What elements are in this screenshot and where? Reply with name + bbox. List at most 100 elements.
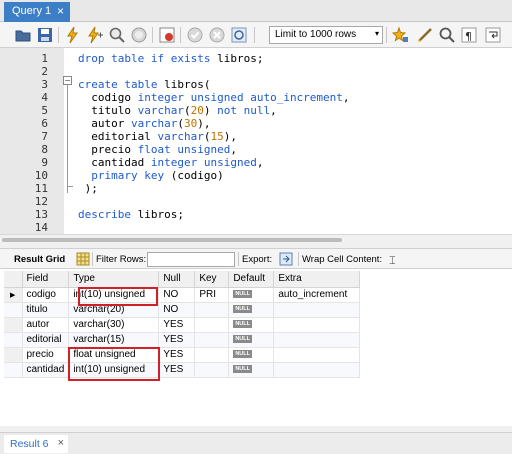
column-header-type[interactable]: Type	[68, 271, 160, 288]
autocommit-icon[interactable]	[230, 26, 248, 44]
editor-horizontal-scrollbar[interactable]	[0, 234, 512, 244]
null-badge: NULL	[233, 320, 252, 329]
editor-line[interactable]: 4 codigo integer unsigned auto_increment…	[0, 91, 512, 104]
cell-null[interactable]: YES	[158, 317, 196, 333]
brush-icon[interactable]	[416, 26, 434, 44]
sql-editor[interactable]: − 1 drop table if exists libros; 2 3 create …	[0, 48, 512, 234]
cell-extra[interactable]	[273, 302, 361, 318]
find-icon[interactable]	[438, 26, 456, 44]
editor-line[interactable]: 8 precio float unsigned,	[0, 143, 512, 156]
toggle-errors-icon[interactable]	[158, 26, 176, 44]
cell-null[interactable]: YES	[158, 347, 196, 363]
table-row[interactable]: precio float unsigned YES NULL	[4, 347, 361, 363]
query-tab[interactable]: Query 1 ×	[4, 2, 70, 22]
cell-null[interactable]: YES	[158, 332, 196, 348]
cell-default[interactable]: NULL	[228, 362, 275, 378]
result-tab-strip: Result 6 ×	[0, 432, 512, 454]
stop-icon[interactable]	[130, 26, 148, 44]
close-icon[interactable]: ×	[58, 437, 64, 449]
wrap-lines-icon[interactable]	[484, 26, 502, 44]
table-row[interactable]: autor varchar(30) YES NULL	[4, 317, 361, 333]
cell-key[interactable]	[194, 347, 230, 363]
wrap-cell-icon[interactable]: ⌶	[388, 252, 402, 267]
result-grid-label[interactable]: Result Grid	[14, 254, 65, 265]
editor-line[interactable]: 3 create table libros(	[0, 78, 512, 91]
commit-icon[interactable]	[186, 26, 204, 44]
cell-key[interactable]	[194, 362, 230, 378]
column-header-null[interactable]: Null	[158, 271, 196, 288]
cell-field[interactable]: editorial	[22, 332, 70, 348]
invisible-chars-icon[interactable]: ¶	[460, 26, 478, 44]
column-header-extra[interactable]: Extra	[273, 271, 361, 288]
cell-field[interactable]: titulo	[22, 302, 70, 318]
editor-line[interactable]: 13 describe libros;	[0, 208, 512, 221]
cell-default[interactable]: NULL	[228, 317, 275, 333]
export-icon[interactable]	[279, 252, 293, 266]
cell-extra[interactable]	[273, 332, 361, 348]
cell-extra[interactable]	[273, 362, 361, 378]
beautify-star-icon[interactable]	[392, 26, 410, 44]
cell-default[interactable]: NULL	[228, 302, 275, 318]
editor-line[interactable]: 14	[0, 221, 512, 234]
table-row[interactable]: ▶ codigo int(10) unsigned NO PRI NULL auto_inc…	[4, 287, 361, 303]
explain-magnifier-icon[interactable]	[108, 26, 126, 44]
filter-rows-input[interactable]	[147, 252, 235, 267]
limit-rows-select[interactable]: Limit to 1000 rows ▾	[269, 26, 383, 44]
editor-line[interactable]: 6 autor varchar(30),	[0, 117, 512, 130]
cell-type[interactable]: varchar(30)	[68, 317, 160, 333]
cell-field[interactable]: codigo	[22, 287, 70, 303]
cell-default[interactable]: NULL	[228, 332, 275, 348]
cell-null[interactable]: NO	[158, 287, 196, 303]
execute-lightning-icon[interactable]	[64, 26, 82, 44]
editor-line[interactable]: 9 cantidad integer unsigned,	[0, 156, 512, 169]
cell-extra[interactable]	[273, 347, 361, 363]
cell-null[interactable]: YES	[158, 362, 196, 378]
cell-default[interactable]: NULL	[228, 287, 275, 303]
svg-text:¶: ¶	[465, 30, 472, 43]
editor-line[interactable]: 7 editorial varchar(15),	[0, 130, 512, 143]
row-header[interactable]	[4, 347, 23, 363]
cell-null[interactable]: NO	[158, 302, 196, 318]
line-number: 13	[34, 208, 48, 221]
query-tab-label: Query 1	[12, 5, 52, 17]
cell-key[interactable]	[194, 317, 230, 333]
cell-field[interactable]: precio	[22, 347, 70, 363]
cell-field[interactable]: autor	[22, 317, 70, 333]
editor-line[interactable]: 1 drop table if exists libros;	[0, 52, 512, 65]
table-row[interactable]: editorial varchar(15) YES NULL	[4, 332, 361, 348]
code-text: describe libros;	[78, 208, 184, 221]
cell-key[interactable]	[194, 332, 230, 348]
row-header[interactable]	[4, 362, 23, 378]
line-number: 2	[41, 65, 48, 78]
editor-line[interactable]: 12	[0, 195, 512, 208]
close-icon[interactable]: ×	[57, 4, 64, 18]
cell-extra[interactable]: auto_increment	[273, 287, 361, 303]
column-header-key[interactable]: Key	[194, 271, 230, 288]
result-tab[interactable]: Result 6 ×	[4, 435, 68, 453]
editor-line[interactable]: 11 );	[0, 182, 512, 195]
cell-type[interactable]: varchar(15)	[68, 332, 160, 348]
row-header[interactable]	[4, 332, 23, 348]
row-header[interactable]: ▶	[4, 287, 23, 303]
cell-key[interactable]	[194, 302, 230, 318]
cell-field[interactable]: cantidad	[22, 362, 70, 378]
cell-default[interactable]: NULL	[228, 347, 275, 363]
editor-line[interactable]: 5 titulo varchar(20) not null,	[0, 104, 512, 117]
editor-line[interactable]: 2	[0, 65, 512, 78]
row-header[interactable]	[4, 317, 23, 333]
grid-icon[interactable]	[76, 252, 90, 266]
editor-line[interactable]: 10 primary key (codigo)	[0, 169, 512, 182]
save-icon[interactable]	[36, 26, 54, 44]
column-header-field[interactable]: Field	[22, 271, 70, 288]
row-header[interactable]	[4, 302, 23, 318]
table-row[interactable]: titulo varchar(20) NO NULL	[4, 302, 361, 318]
cell-extra[interactable]	[273, 317, 361, 333]
open-folder-icon[interactable]	[14, 26, 32, 44]
column-header-default[interactable]: Default	[228, 271, 275, 288]
table-row[interactable]: cantidad int(10) unsigned YES NULL	[4, 362, 361, 378]
cell-key[interactable]: PRI	[194, 287, 230, 303]
execute-current-icon[interactable]	[86, 26, 104, 44]
line-number: 1	[41, 52, 48, 65]
rollback-icon[interactable]	[208, 26, 226, 44]
export-label: Export:	[242, 254, 273, 265]
